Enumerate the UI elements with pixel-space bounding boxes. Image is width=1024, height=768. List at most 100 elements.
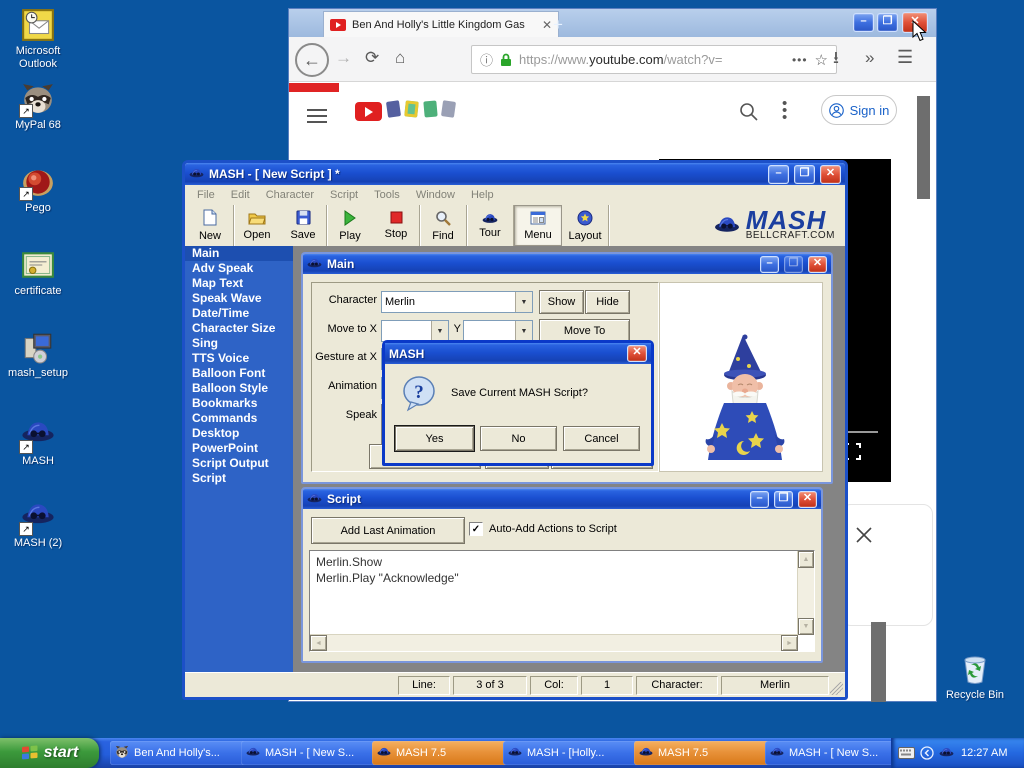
main-maximize-button[interactable]: ❐ — [784, 255, 803, 273]
desktop-icon-mash-setup[interactable]: mash_setup — [1, 330, 75, 380]
menu-window[interactable]: Window — [408, 187, 463, 203]
script-window-titlebar[interactable]: Script – ❐ ✕ — [303, 489, 821, 509]
yt-hamburger-menu-icon[interactable] — [307, 105, 327, 127]
main-window-titlebar[interactable]: Main – ❐ ✕ — [303, 254, 831, 274]
move-x-combo[interactable]: ▼ — [381, 320, 449, 342]
sidebar-item-script-output[interactable]: Script Output — [185, 456, 293, 471]
script-vscrollbar[interactable]: ▲ ▼ — [797, 551, 814, 635]
hide-button[interactable]: Hide — [585, 290, 630, 314]
chevron-left-icon[interactable] — [920, 746, 934, 760]
mash-minimize-button[interactable]: – — [768, 164, 789, 184]
recycle-bin[interactable]: Recycle Bin — [938, 652, 1012, 702]
sidebar-item-map-text[interactable]: Map Text — [185, 276, 293, 291]
mash-hat-icon[interactable]: ↗ — [19, 500, 55, 536]
sidebar-item-bookmarks[interactable]: Bookmarks — [185, 396, 293, 411]
chevrons-icon[interactable]: » — [865, 49, 874, 68]
auto-add-checkbox[interactable]: ✓ — [469, 522, 483, 536]
certificate-icon[interactable] — [21, 248, 55, 282]
menu-script[interactable]: Script — [322, 187, 366, 203]
main-minimize-button[interactable]: – — [760, 255, 779, 273]
desktop-icon-pego[interactable]: ↗ Pego — [1, 165, 75, 215]
sidebar-item-date-time[interactable]: Date/Time — [185, 306, 293, 321]
auto-add-checkbox-row[interactable]: ✓ Auto-Add Actions to Script — [469, 522, 617, 536]
page-scrollbar[interactable] — [917, 96, 930, 199]
mash-tray-icon[interactable] — [939, 746, 954, 760]
sign-in-button[interactable]: Sign in — [821, 95, 897, 125]
toolbar-menu-button[interactable]: Menu — [514, 205, 562, 246]
outlook-icon[interactable] — [21, 8, 55, 42]
reload-icon[interactable]: ⟳ — [365, 49, 379, 68]
toolbar-new-button[interactable]: New — [187, 205, 233, 246]
mash-setup-icon[interactable] — [21, 330, 55, 364]
mash-titlebar[interactable]: MASH - [ New Script ] * – ❐ ✕ — [185, 163, 845, 185]
bookmark-star-icon[interactable]: ☆ — [815, 51, 828, 69]
sidebar-item-desktop[interactable]: Desktop — [185, 426, 293, 441]
minimize-button[interactable]: – — [853, 13, 874, 32]
taskbar-task-3[interactable]: MASH 7.5 — [372, 741, 510, 765]
script-minimize-button[interactable]: – — [750, 490, 769, 508]
keyboard-icon[interactable] — [898, 747, 915, 759]
script-text-area[interactable]: Merlin.Show Merlin.Play "Acknowledge" ▲ ▼… — [309, 550, 815, 652]
desktop-icon-mypal-68[interactable]: ↗ MyPal 68 — [1, 82, 75, 132]
info-icon[interactable]: ⓘ — [480, 50, 493, 69]
sidebar-item-balloon-style[interactable]: Balloon Style — [185, 381, 293, 396]
forward-icon[interactable]: → — [335, 49, 352, 68]
mash-maximize-button[interactable]: ❐ — [794, 164, 815, 184]
menu-file[interactable]: File — [189, 187, 223, 203]
desktop-icon-microsoft-outlook[interactable]: Microsoft Outlook — [1, 8, 75, 71]
panel-scrollbar[interactable] — [871, 622, 886, 702]
taskbar-task-5[interactable]: MASH 7.5 — [634, 741, 772, 765]
browser-tab-strip[interactable]: Ben And Holly's Little Kingdom Gas ✕ + –… — [289, 9, 936, 38]
mypal-icon[interactable]: ↗ — [19, 82, 55, 118]
youtube-logo[interactable] — [355, 100, 457, 122]
toolbar-play-button[interactable]: Play — [327, 205, 373, 246]
sidebar-item-character-size[interactable]: Character Size — [185, 321, 293, 336]
character-combo[interactable]: Merlin ▼ — [381, 291, 533, 313]
toolbar-open-button[interactable]: Open — [234, 205, 280, 246]
menu-edit[interactable]: Edit — [223, 187, 258, 203]
script-close-button[interactable]: ✕ — [798, 490, 817, 508]
cancel-button[interactable]: Cancel — [563, 426, 640, 451]
new-tab-button[interactable]: + — [553, 15, 563, 35]
taskbar-task-2[interactable]: MASH - [ New S... — [241, 741, 379, 765]
dialog-close-button[interactable]: ✕ — [627, 345, 647, 362]
resize-grip[interactable] — [830, 682, 843, 695]
download-icon[interactable]: ⭳ — [833, 49, 839, 68]
toolbar-save-button[interactable]: Save — [280, 205, 326, 246]
url-text[interactable]: https://www.youtube.com/watch?v= — [519, 52, 785, 67]
move-y-combo[interactable]: ▼ — [463, 320, 533, 342]
recycle-bin-icon[interactable] — [958, 652, 992, 686]
sidebar-item-speak-wave[interactable]: Speak Wave — [185, 291, 293, 306]
main-close-button[interactable]: ✕ — [808, 255, 827, 273]
maximize-button[interactable]: ❐ — [877, 13, 898, 32]
taskbar-task-4[interactable]: MASH - [Holly... — [503, 741, 641, 765]
dialog-titlebar[interactable]: MASH ✕ — [385, 343, 651, 364]
sidebar-item-sing[interactable]: Sing — [185, 336, 293, 351]
toolbar-stop-button[interactable]: Stop — [373, 205, 419, 246]
desktop-icon-certificate[interactable]: certificate — [1, 248, 75, 298]
sidebar-item-commands[interactable]: Commands — [185, 411, 293, 426]
sidebar-item-main[interactable]: Main — [185, 246, 293, 261]
menu-tools[interactable]: Tools — [366, 187, 408, 203]
close-x-icon[interactable] — [854, 525, 874, 545]
sidebar-item-script[interactable]: Script — [185, 471, 293, 486]
toolbar-layout-button[interactable]: Layout — [562, 205, 608, 246]
show-button[interactable]: Show — [539, 290, 584, 314]
toolbar-find-button[interactable]: Find — [420, 205, 466, 246]
search-icon[interactable] — [739, 102, 759, 122]
taskbar-task-1[interactable]: Ben And Holly's... — [110, 741, 248, 765]
menu-help[interactable]: Help — [463, 187, 502, 203]
toolbar-tour-button[interactable]: Tour — [467, 205, 513, 246]
sidebar-item-powerpoint[interactable]: PowerPoint — [185, 441, 293, 456]
desktop-icon-mash[interactable]: ↗ MASH — [1, 418, 75, 468]
desktop-icon-mash-2-[interactable]: ↗ MASH (2) — [1, 500, 75, 550]
sidebar-item-tts-voice[interactable]: TTS Voice — [185, 351, 293, 366]
yes-button[interactable]: Yes — [394, 425, 475, 452]
home-icon[interactable]: ⌂ — [395, 49, 405, 68]
kebab-dots-icon[interactable]: • • • — [782, 96, 787, 125]
taskbar-task-6[interactable]: MASH - [ New S... — [765, 741, 903, 765]
hamburger-menu-icon[interactable]: ☰ — [897, 48, 913, 68]
browser-tab[interactable]: Ben And Holly's Little Kingdom Gas ✕ — [323, 11, 559, 38]
script-maximize-button[interactable]: ❐ — [774, 490, 793, 508]
mash-hat-icon[interactable]: ↗ — [19, 418, 55, 454]
